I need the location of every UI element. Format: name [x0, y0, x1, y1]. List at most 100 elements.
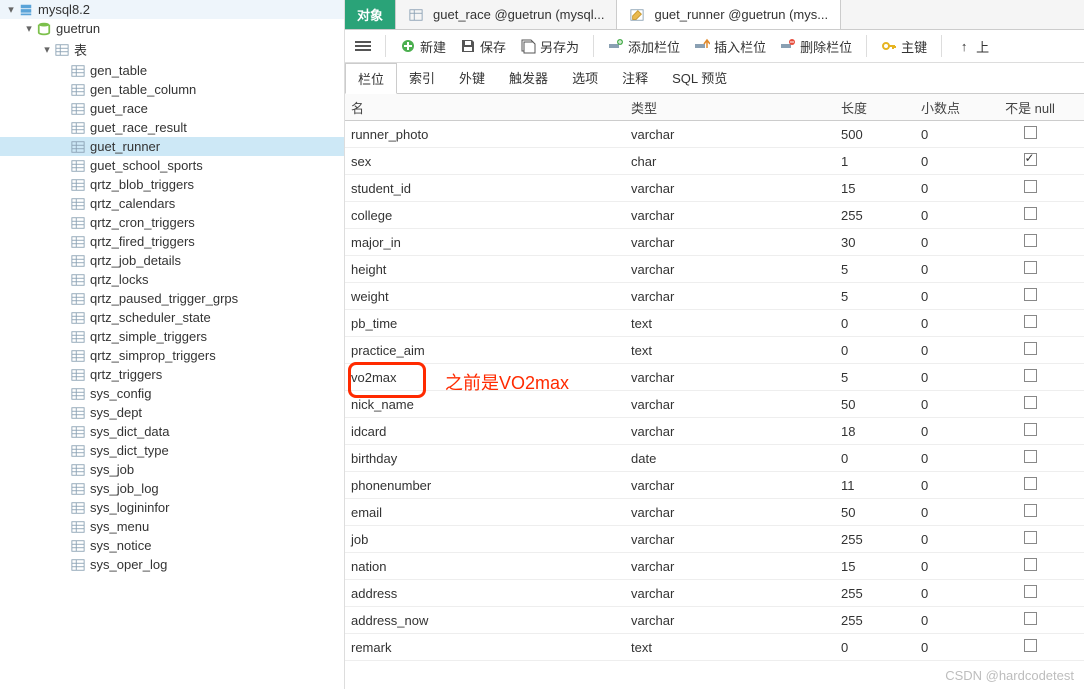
cell-name[interactable]: job — [345, 532, 625, 547]
column-row[interactable]: idcardvarchar180 — [345, 418, 1084, 445]
cell-type[interactable]: varchar — [625, 127, 835, 142]
cell-name[interactable]: email — [345, 505, 625, 520]
cell-name[interactable]: nick_name — [345, 397, 625, 412]
checkbox-icon[interactable] — [1024, 504, 1037, 517]
cell-notnull[interactable] — [995, 450, 1065, 466]
subtab-columns[interactable]: 栏位 — [345, 63, 397, 94]
tree-table-item[interactable]: qrtz_scheduler_state — [0, 308, 344, 327]
tree-table-item[interactable]: sys_config — [0, 384, 344, 403]
column-row[interactable]: student_idvarchar150 — [345, 175, 1084, 202]
cell-length[interactable]: 0 — [835, 640, 915, 655]
cell-type[interactable]: varchar — [625, 559, 835, 574]
tree-table-item[interactable]: gen_table — [0, 61, 344, 80]
cell-notnull[interactable] — [995, 315, 1065, 331]
checkbox-icon[interactable] — [1024, 585, 1037, 598]
checkbox-icon[interactable] — [1024, 450, 1037, 463]
checkbox-icon[interactable] — [1024, 612, 1037, 625]
menu-icon[interactable] — [355, 41, 371, 51]
column-row[interactable]: nationvarchar150 — [345, 553, 1084, 580]
cell-notnull[interactable] — [995, 504, 1065, 520]
column-row[interactable]: phonenumbervarchar110 — [345, 472, 1084, 499]
cell-notnull[interactable] — [995, 639, 1065, 655]
cell-length[interactable]: 11 — [835, 478, 915, 493]
cell-name[interactable]: vo2max — [345, 370, 625, 385]
column-row[interactable]: practice_aimtext00 — [345, 337, 1084, 364]
cell-type[interactable]: varchar — [625, 370, 835, 385]
header-length[interactable]: 长度 — [835, 98, 915, 117]
tree-connection[interactable]: ▾ mysql8.2 — [0, 0, 344, 19]
cell-length[interactable]: 255 — [835, 613, 915, 628]
cell-notnull[interactable] — [995, 288, 1065, 304]
column-row[interactable]: address_nowvarchar2550 — [345, 607, 1084, 634]
tree-table-item[interactable]: qrtz_job_details — [0, 251, 344, 270]
cell-type[interactable]: varchar — [625, 289, 835, 304]
tree-table-item[interactable]: sys_logininfor — [0, 498, 344, 517]
cell-type[interactable]: varchar — [625, 397, 835, 412]
subtab-indexes[interactable]: 索引 — [397, 63, 447, 93]
column-row[interactable]: major_invarchar300 — [345, 229, 1084, 256]
collapse-icon[interactable]: ▾ — [22, 22, 36, 35]
tree-table-item[interactable]: guet_school_sports — [0, 156, 344, 175]
cell-length[interactable]: 30 — [835, 235, 915, 250]
checkbox-icon[interactable] — [1024, 234, 1037, 247]
cell-type[interactable]: varchar — [625, 613, 835, 628]
column-row[interactable]: jobvarchar2550 — [345, 526, 1084, 553]
subtab-options[interactable]: 选项 — [560, 63, 610, 93]
cell-decimals[interactable]: 0 — [915, 343, 995, 358]
cell-length[interactable]: 18 — [835, 424, 915, 439]
tree-table-item[interactable]: sys_notice — [0, 536, 344, 555]
checkbox-icon[interactable] — [1024, 639, 1037, 652]
cell-notnull[interactable] — [995, 261, 1065, 277]
cell-name[interactable]: nation — [345, 559, 625, 574]
save-button[interactable]: 保存 — [460, 37, 506, 56]
cell-length[interactable]: 255 — [835, 532, 915, 547]
checkbox-icon[interactable] — [1024, 315, 1037, 328]
cell-decimals[interactable]: 0 — [915, 640, 995, 655]
cell-length[interactable]: 0 — [835, 451, 915, 466]
cell-notnull[interactable] — [995, 369, 1065, 385]
column-row[interactable]: weightvarchar50 — [345, 283, 1084, 310]
cell-length[interactable]: 500 — [835, 127, 915, 142]
cell-notnull[interactable] — [995, 612, 1065, 628]
cell-decimals[interactable]: 0 — [915, 397, 995, 412]
cell-length[interactable]: 1 — [835, 154, 915, 169]
subtab-sql-preview[interactable]: SQL 预览 — [660, 63, 739, 93]
checkbox-icon[interactable] — [1024, 396, 1037, 409]
cell-type[interactable]: varchar — [625, 505, 835, 520]
cell-name[interactable]: height — [345, 262, 625, 277]
tree-table-item[interactable]: qrtz_blob_triggers — [0, 175, 344, 194]
cell-type[interactable]: char — [625, 154, 835, 169]
insert-field-button[interactable]: 插入栏位 — [694, 37, 766, 56]
header-notnull[interactable]: 不是 null — [995, 98, 1065, 117]
cell-name[interactable]: phonenumber — [345, 478, 625, 493]
checkbox-icon[interactable] — [1024, 207, 1037, 220]
cell-decimals[interactable]: 0 — [915, 235, 995, 250]
cell-notnull[interactable] — [995, 342, 1065, 358]
cell-notnull[interactable] — [995, 477, 1065, 493]
column-row[interactable]: birthdaydate00 — [345, 445, 1084, 472]
cell-notnull[interactable] — [995, 126, 1065, 142]
tree-table-item[interactable]: qrtz_fired_triggers — [0, 232, 344, 251]
cell-length[interactable]: 0 — [835, 343, 915, 358]
cell-name[interactable]: student_id — [345, 181, 625, 196]
checkbox-icon[interactable] — [1024, 531, 1037, 544]
tree-table-item[interactable]: qrtz_cron_triggers — [0, 213, 344, 232]
checkbox-icon[interactable] — [1024, 261, 1037, 274]
tree-table-item[interactable]: guet_race_result — [0, 118, 344, 137]
tree-database[interactable]: ▾ guetrun — [0, 19, 344, 38]
checkbox-icon[interactable] — [1024, 342, 1037, 355]
primary-key-button[interactable]: 主键 — [881, 37, 927, 56]
checkbox-icon[interactable] — [1024, 369, 1037, 382]
cell-decimals[interactable]: 0 — [915, 478, 995, 493]
cell-type[interactable]: date — [625, 451, 835, 466]
cell-decimals[interactable]: 0 — [915, 424, 995, 439]
columns-grid[interactable]: 名 类型 长度 小数点 不是 null runner_photovarchar5… — [345, 94, 1084, 689]
cell-name[interactable]: birthday — [345, 451, 625, 466]
cell-type[interactable]: varchar — [625, 235, 835, 250]
cell-name[interactable]: pb_time — [345, 316, 625, 331]
tab-guet-race[interactable]: guet_race @guetrun (mysql... — [396, 0, 617, 29]
cell-type[interactable]: varchar — [625, 586, 835, 601]
cell-notnull[interactable] — [995, 423, 1065, 439]
cell-decimals[interactable]: 0 — [915, 316, 995, 331]
cell-decimals[interactable]: 0 — [915, 451, 995, 466]
